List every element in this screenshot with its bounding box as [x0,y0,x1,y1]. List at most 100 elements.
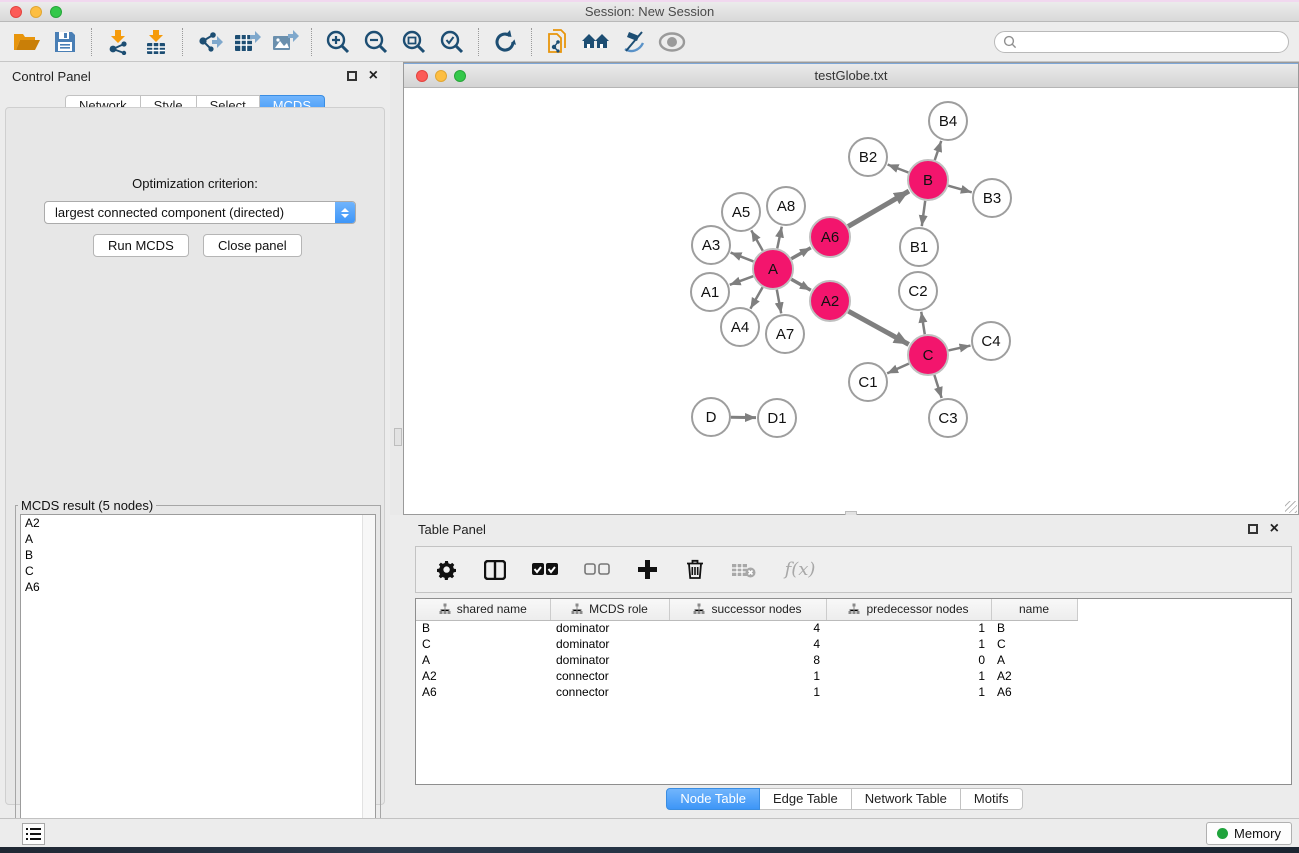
table-cell[interactable]: connector [550,684,669,700]
tab-network-table[interactable]: Network Table [852,788,961,810]
table-row[interactable]: A6connector11A6 [416,684,1077,700]
refresh-button[interactable] [486,25,524,59]
table-row[interactable]: Adominator80A [416,652,1077,668]
split-divider-handle[interactable] [394,428,402,446]
save-session-button[interactable] [46,25,84,59]
graph-edge[interactable] [935,141,942,160]
table-cell[interactable]: 1 [669,668,826,684]
graph-edge[interactable] [750,287,762,308]
float-panel-icon[interactable] [1248,524,1258,534]
close-panel-button[interactable]: Close panel [203,234,302,257]
window-controls[interactable] [10,6,62,18]
table-row[interactable]: Cdominator41C [416,636,1077,652]
tab-motifs[interactable]: Motifs [961,788,1023,810]
table-cell[interactable]: 0 [826,652,991,668]
table-cell[interactable]: A [991,652,1077,668]
close-panel-icon[interactable]: × [369,71,378,81]
node-table[interactable]: shared nameMCDS rolesuccessor nodesprede… [415,598,1292,785]
network-window-controls[interactable] [416,70,466,82]
table-cell[interactable]: 4 [669,636,826,652]
clone-network-button[interactable] [539,25,577,59]
graph-edge[interactable] [948,186,972,193]
table-cell[interactable]: A2 [991,668,1077,684]
export-image-button[interactable] [266,25,304,59]
table-cell[interactable]: 1 [669,684,826,700]
network-canvas[interactable]: B4B2BB3A5A8A6A3B1AA1C2A2A4A7C4CC1C3DD1 [404,88,1298,514]
table-cell[interactable]: C [991,636,1077,652]
table-cell[interactable]: connector [550,668,669,684]
column-header[interactable]: successor nodes [669,599,826,620]
import-table-button[interactable] [137,25,175,59]
task-history-button[interactable] [22,823,45,845]
list-item[interactable]: A [21,531,375,547]
graph-edge[interactable] [791,248,811,259]
tab-edge-table[interactable]: Edge Table [760,788,852,810]
list-item[interactable]: A6 [21,579,375,595]
graph-edge[interactable] [848,311,908,344]
maximize-window-icon[interactable] [454,70,466,82]
mcds-result-list[interactable]: A2ABCA6 [20,514,376,836]
search-input[interactable] [1022,35,1288,49]
close-window-icon[interactable] [416,70,428,82]
network-window-titlebar[interactable]: testGlobe.txt [404,63,1298,88]
column-view-button[interactable] [482,553,508,587]
list-item[interactable]: C [21,563,375,579]
list-item[interactable]: A2 [21,515,375,531]
table-cell[interactable]: A2 [416,668,550,684]
table-cell[interactable]: 1 [826,636,991,652]
graph-edge[interactable] [777,290,781,314]
table-cell[interactable]: 1 [826,620,991,636]
graph-edge[interactable] [777,227,782,249]
graph-edge[interactable] [887,364,909,374]
column-header[interactable]: predecessor nodes [826,599,991,620]
graph-edge[interactable] [751,230,762,250]
open-session-button[interactable] [8,25,46,59]
float-panel-icon[interactable] [347,71,357,81]
table-cell[interactable]: dominator [550,636,669,652]
graph-edge[interactable] [730,276,754,285]
add-column-button[interactable] [634,553,660,587]
table-cell[interactable]: C [416,636,550,652]
graph-edge[interactable] [921,312,925,335]
table-cell[interactable]: 8 [669,652,826,668]
minimize-window-icon[interactable] [30,6,42,18]
graph-edge[interactable] [922,201,925,226]
function-builder-button[interactable]: f(x) [780,553,820,587]
show-details-button[interactable] [653,25,691,59]
column-header[interactable]: MCDS role [550,599,669,620]
hide-labels-button[interactable] [615,25,653,59]
table-row[interactable]: Bdominator41B [416,620,1077,636]
table-cell[interactable]: B [991,620,1077,636]
table-cell[interactable]: B [416,620,550,636]
table-cell[interactable]: A [416,652,550,668]
table-cell[interactable]: dominator [550,620,669,636]
home-button[interactable] [577,25,615,59]
table-cell[interactable]: A6 [991,684,1077,700]
graph-edge[interactable] [791,279,811,290]
export-network-button[interactable] [190,25,228,59]
zoom-fit-button[interactable] [395,25,433,59]
table-row[interactable]: A2connector11A2 [416,668,1077,684]
criterion-dropdown[interactable]: largest connected component (directed) [44,201,356,224]
graph-edge[interactable] [731,253,754,262]
select-all-columns-button[interactable] [530,553,560,587]
maximize-window-icon[interactable] [50,6,62,18]
delete-column-button[interactable] [682,553,708,587]
zoom-in-button[interactable] [319,25,357,59]
table-cell[interactable]: A6 [416,684,550,700]
minimize-window-icon[interactable] [435,70,447,82]
table-cell[interactable]: 4 [669,620,826,636]
close-window-icon[interactable] [10,6,22,18]
run-mcds-button[interactable]: Run MCDS [93,234,189,257]
import-network-button[interactable] [99,25,137,59]
graph-edge[interactable] [948,346,970,351]
scrollbar[interactable] [362,515,375,835]
graph-edge[interactable] [888,165,909,173]
memory-button[interactable]: Memory [1206,822,1292,845]
search-field[interactable] [994,31,1289,53]
zoom-out-button[interactable] [357,25,395,59]
close-panel-icon[interactable]: × [1270,524,1279,534]
resize-grip-icon[interactable] [1285,501,1297,513]
tab-node-table[interactable]: Node Table [666,788,760,810]
deselect-all-columns-button[interactable] [582,553,612,587]
